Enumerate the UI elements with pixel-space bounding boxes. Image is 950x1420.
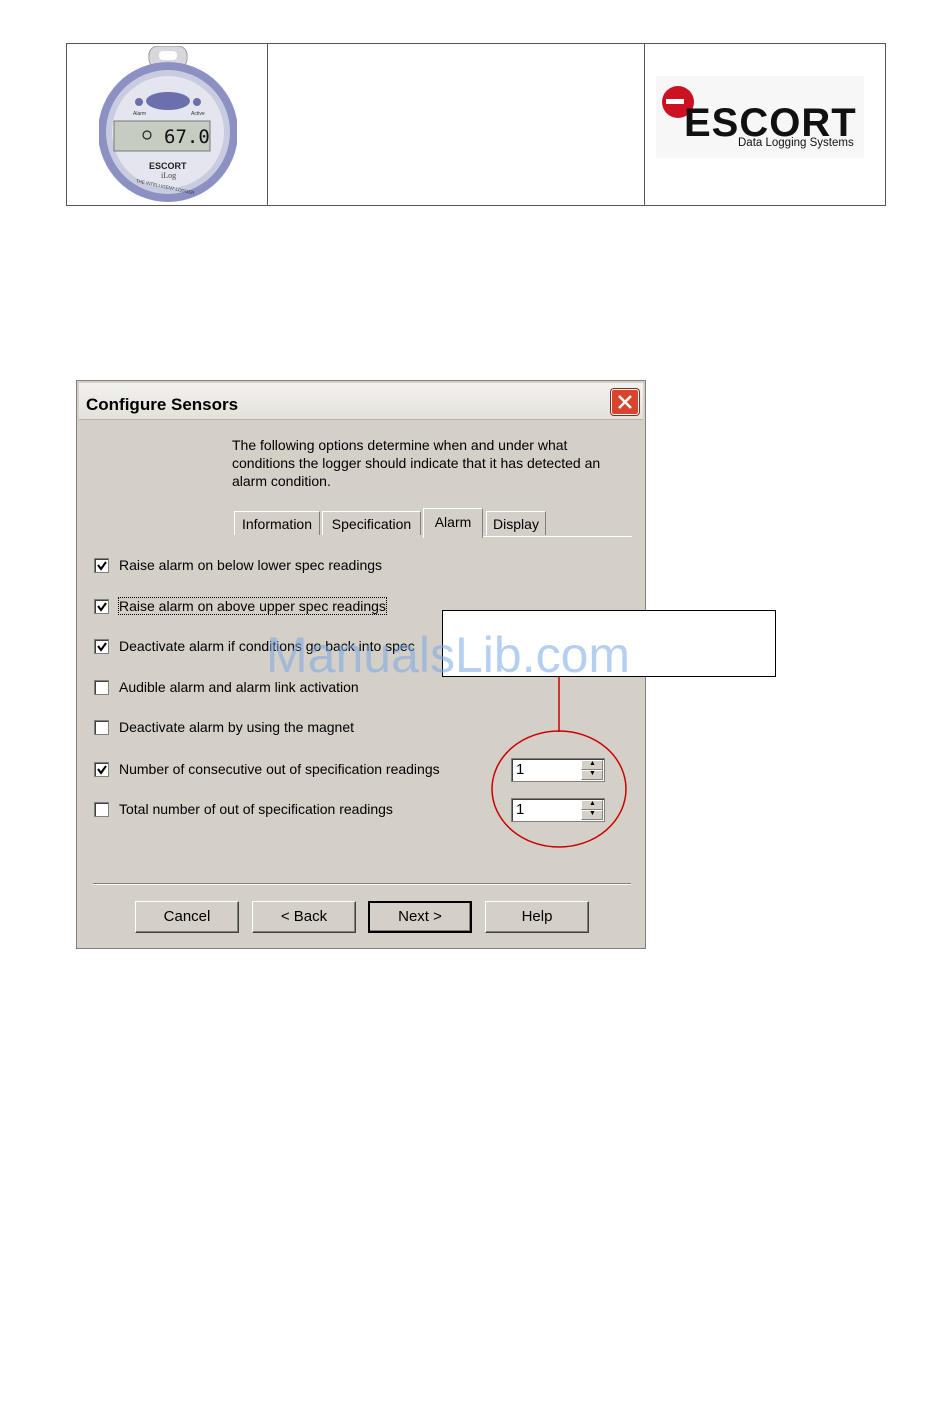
tab-display[interactable]: Display bbox=[486, 511, 546, 535]
checkbox[interactable] bbox=[94, 762, 109, 777]
arrow-up-icon: ▲ bbox=[589, 760, 596, 767]
header-cell-device: Alarm Active 67.0 ESCORT iLog THE INTELL… bbox=[67, 44, 268, 205]
stepper-up-button[interactable]: ▲ bbox=[581, 760, 603, 770]
title-bar[interactable]: Configure Sensors bbox=[79, 383, 643, 420]
checkbox[interactable] bbox=[94, 720, 109, 735]
option-label: Total number of out of specification rea… bbox=[119, 801, 393, 817]
escort-logo: ESCORT Data Logging Systems bbox=[656, 76, 864, 158]
consecutive-readings-stepper[interactable]: 1 ▲ ▼ bbox=[511, 758, 605, 782]
stepper-value[interactable]: 1 bbox=[516, 801, 524, 818]
header-cell-blank bbox=[267, 44, 645, 205]
svg-text:Alarm: Alarm bbox=[133, 111, 146, 117]
svg-text:iLog: iLog bbox=[161, 171, 176, 180]
tab-specification[interactable]: Specification bbox=[322, 511, 421, 535]
close-button[interactable] bbox=[611, 389, 639, 415]
option-label: Raise alarm on below lower spec readings bbox=[119, 557, 383, 573]
tab-information[interactable]: Information bbox=[234, 511, 320, 535]
svg-text:67.0: 67.0 bbox=[164, 126, 210, 148]
total-readings-stepper[interactable]: 1 ▲ ▼ bbox=[511, 798, 605, 822]
checkmark-icon bbox=[97, 602, 107, 612]
stepper-down-button[interactable]: ▼ bbox=[581, 810, 603, 820]
stepper-up-button[interactable]: ▲ bbox=[581, 800, 603, 810]
checkmark-icon bbox=[97, 561, 107, 571]
back-button[interactable]: < Back bbox=[252, 901, 356, 933]
stepper-value[interactable]: 1 bbox=[516, 761, 524, 778]
svg-text:ESCORT: ESCORT bbox=[149, 161, 187, 171]
logo-subtitle: Data Logging Systems bbox=[738, 137, 854, 149]
option-label: Number of consecutive out of specificati… bbox=[119, 761, 440, 777]
arrow-down-icon: ▼ bbox=[589, 810, 596, 817]
stepper-down-button[interactable]: ▼ bbox=[581, 770, 603, 780]
arrow-up-icon: ▲ bbox=[589, 800, 596, 807]
separator bbox=[93, 883, 631, 885]
header-table: Alarm Active 67.0 ESCORT iLog THE INTELL… bbox=[66, 43, 886, 206]
option-label: Raise alarm on above upper spec readings bbox=[118, 597, 387, 615]
help-button[interactable]: Help bbox=[485, 901, 589, 933]
checkbox[interactable] bbox=[94, 558, 109, 573]
svg-text:Active: Active bbox=[191, 111, 205, 117]
checkbox[interactable] bbox=[94, 802, 109, 817]
option-label: Deactivate alarm by using the magnet bbox=[119, 719, 355, 735]
arrow-down-icon: ▼ bbox=[589, 770, 596, 777]
checkbox[interactable] bbox=[94, 599, 109, 614]
checkmark-icon bbox=[97, 765, 107, 775]
tab-strip: Information Specification Alarm Display bbox=[234, 508, 630, 538]
watermark: ManualsLib.com bbox=[266, 627, 631, 683]
logger-device-image: Alarm Active 67.0 ESCORT iLog THE INTELL… bbox=[99, 46, 237, 202]
intro-text: The following options determine when and… bbox=[232, 437, 601, 489]
checkbox[interactable] bbox=[94, 639, 109, 654]
tab-alarm[interactable]: Alarm bbox=[423, 508, 483, 538]
cancel-button[interactable]: Cancel bbox=[135, 901, 239, 933]
tab-divider bbox=[483, 536, 632, 537]
checkbox[interactable] bbox=[94, 680, 109, 695]
header-cell-logo: ESCORT Data Logging Systems bbox=[644, 44, 885, 205]
close-icon bbox=[618, 395, 632, 409]
checkmark-icon bbox=[97, 642, 107, 652]
dialog-title: Configure Sensors bbox=[86, 395, 239, 414]
next-button[interactable]: Next > bbox=[368, 901, 472, 933]
